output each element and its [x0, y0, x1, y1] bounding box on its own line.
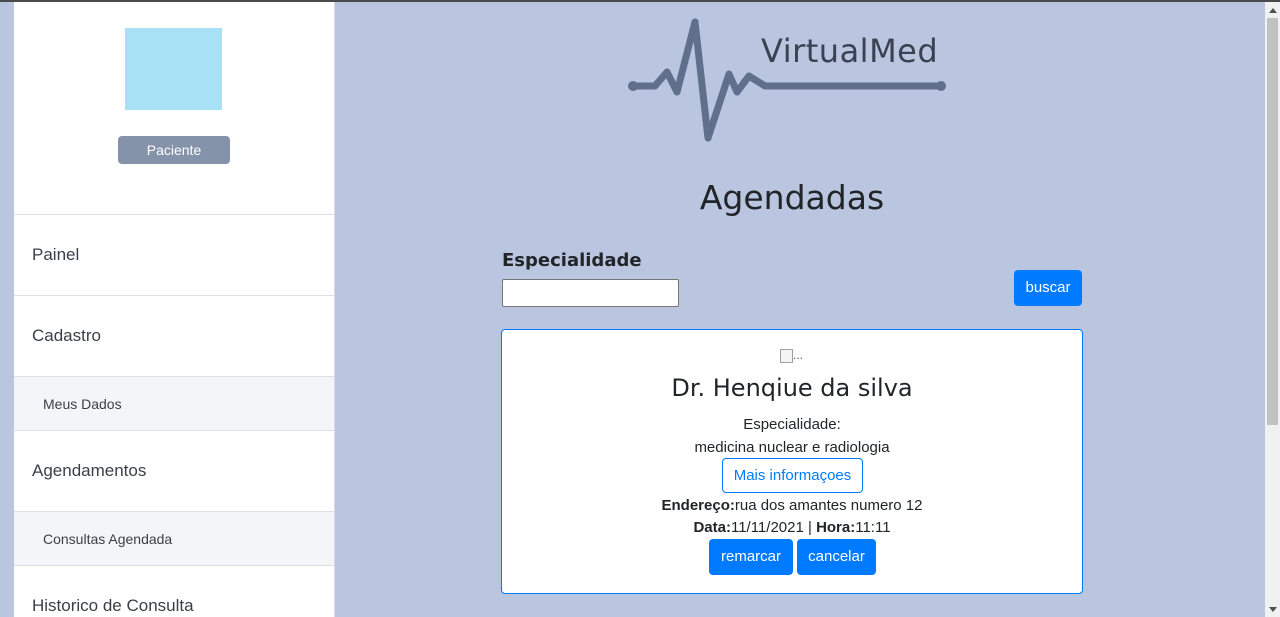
sidebar-nav: Painel Cadastro Meus Dados Agendamentos …: [14, 214, 334, 617]
left-edge: [0, 2, 14, 617]
time-label: Hora:: [816, 519, 856, 536]
search-button[interactable]: buscar: [1014, 270, 1082, 306]
scroll-down-icon[interactable]: [1269, 607, 1277, 612]
role-button[interactable]: Paciente: [118, 136, 230, 164]
sidebar-item-agendamentos[interactable]: Agendamentos: [14, 430, 334, 511]
datetime-line: Data:11/11/2021 | Hora:11:11: [502, 519, 1082, 536]
address-value: rua dos amantes numero 12: [734, 497, 923, 514]
scrollbar-thumb[interactable]: [1267, 18, 1278, 425]
page-scrollbar[interactable]: [1265, 2, 1280, 617]
time-value: 11:11: [855, 519, 891, 536]
sidebar-item-meus-dados[interactable]: Meus Dados: [14, 376, 334, 430]
appointment-card: ... Dr. Henqiue da silva Especialidade: …: [501, 329, 1083, 594]
address-line: Endereço:rua dos amantes numero 12: [502, 497, 1082, 514]
specialty-label: Especialidade:: [743, 416, 841, 433]
doctor-photo: ...: [780, 348, 806, 364]
more-info-button[interactable]: Mais informaçoes: [722, 458, 863, 493]
sidebar: Paciente Painel Cadastro Meus Dados Agen…: [14, 2, 335, 617]
date-label: Data:: [693, 519, 731, 536]
reschedule-button[interactable]: remarcar: [709, 539, 793, 575]
page-title: Agendadas: [699, 178, 885, 217]
specialty-filter-input[interactable]: [502, 279, 679, 307]
scroll-up-icon[interactable]: [1269, 8, 1277, 13]
sidebar-item-cadastro[interactable]: Cadastro: [14, 295, 334, 376]
doctor-name: Dr. Henqiue da silva: [671, 374, 913, 402]
sidebar-item-painel[interactable]: Painel: [14, 214, 334, 295]
specialty-value: medicina nuclear e radiologia: [694, 439, 890, 456]
broken-image-icon: [780, 348, 793, 363]
date-value: 11/11/2021: [730, 519, 804, 536]
sidebar-item-historico-de-consulta[interactable]: Historico de Consulta: [14, 565, 334, 617]
sidebar-item-consultas-agendada[interactable]: Consultas Agendada: [14, 511, 334, 565]
doctor-photo-alt: ...: [793, 348, 804, 362]
datetime-separator: |: [803, 519, 817, 536]
address-label: Endereço:: [661, 497, 735, 514]
specialty-filter-label: Especialidade: [502, 250, 642, 271]
avatar: [125, 28, 222, 110]
logo-text: VirtualMed: [761, 32, 939, 70]
cancel-button[interactable]: cancelar: [797, 539, 876, 575]
